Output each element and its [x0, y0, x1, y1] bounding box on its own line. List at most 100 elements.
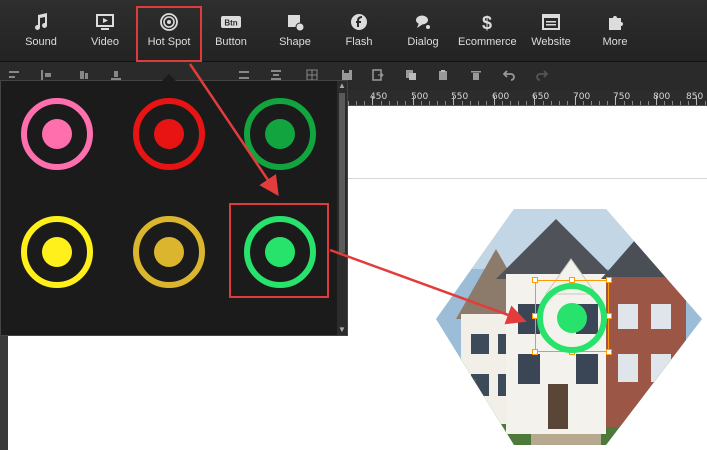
music-note-icon [35, 13, 48, 30]
ruler-tick [396, 101, 398, 105]
ruler-tick [647, 101, 649, 105]
ruler-tick [542, 101, 544, 105]
ruler-tick [664, 101, 665, 105]
button-label: Button [215, 36, 247, 48]
ruler-tick [526, 101, 528, 105]
copy-icon[interactable] [405, 69, 417, 81]
top-toolbar: Sound Video Hot Spot Btn Button Shape Fl… [0, 0, 707, 62]
redo-icon[interactable] [536, 69, 548, 81]
popup-notch [162, 74, 176, 81]
ruler-tick [469, 101, 471, 105]
shape-label: Shape [279, 36, 311, 48]
shape-icon [288, 15, 305, 32]
ruler-tick [704, 101, 706, 105]
ruler-tick [380, 101, 382, 105]
ecommerce-label: Ecommerce [458, 36, 517, 48]
placed-hotspot[interactable] [537, 283, 607, 353]
shape-tool[interactable]: Shape [272, 0, 318, 61]
hotspot-style-pink[interactable] [21, 98, 93, 170]
hotspot-style-gold[interactable] [133, 216, 205, 288]
flash-icon [351, 14, 367, 30]
video-icon [96, 14, 114, 30]
ruler-tick [445, 101, 447, 105]
resize-handle[interactable] [532, 277, 538, 283]
popup-scrollbar[interactable]: ▲ ▼ [337, 81, 347, 335]
ruler-tick [623, 101, 625, 105]
ruler-tick [550, 101, 552, 105]
flash-tool[interactable]: Flash [336, 0, 382, 61]
ruler-tick [599, 101, 601, 105]
hot-spot-highlight-box [136, 6, 202, 62]
ruler-tick [591, 101, 593, 105]
hotspot-dot [42, 237, 72, 267]
hotspot-dot [42, 119, 72, 149]
ruler-tick [534, 96, 536, 105]
resize-handle[interactable] [532, 349, 538, 355]
hotspot-style-dark-green[interactable] [244, 98, 316, 170]
ruler-tick [672, 101, 674, 105]
ruler-tick [453, 96, 455, 105]
ruler-tick [364, 101, 366, 105]
ruler-tick [655, 96, 657, 105]
ruler-tick [429, 101, 431, 105]
dollar-icon: $ [482, 13, 492, 32]
export-icon[interactable] [372, 69, 384, 81]
ruler-tick [615, 96, 617, 105]
scroll-down-icon[interactable]: ▼ [338, 326, 346, 334]
resize-handle[interactable] [606, 349, 612, 355]
hotspot-dot [154, 119, 184, 149]
paste-icon[interactable] [437, 69, 449, 81]
ruler-tick [558, 101, 560, 105]
hotspot-dot [265, 119, 295, 149]
ruler-tick [574, 96, 576, 105]
scroll-up-icon[interactable]: ▲ [338, 82, 346, 90]
video-tool[interactable]: Video [82, 0, 128, 61]
ruler-tick [680, 101, 682, 105]
sound-label: Sound [25, 36, 57, 48]
horizontal-ruler: 450 500 550 600 650 700 750 800 850 [340, 90, 707, 106]
more-label: More [602, 36, 628, 48]
selected-style-highlight-box [229, 203, 329, 298]
dialog-label: Dialog [407, 36, 439, 48]
ruler-tick [631, 101, 633, 105]
ruler-tick [437, 101, 439, 105]
scrollbar-thumb[interactable] [339, 93, 345, 253]
ruler-tick [348, 101, 350, 105]
ruler-tick [412, 96, 414, 105]
hotspot-style-red[interactable] [133, 98, 205, 170]
ruler-tick [518, 101, 520, 105]
ruler-tick [510, 101, 512, 105]
undo-icon[interactable] [503, 69, 515, 81]
ruler-tick [461, 101, 463, 105]
ruler-tick [477, 101, 479, 105]
flash-label: Flash [345, 36, 373, 48]
ruler-tick [696, 96, 698, 105]
button-icon: Btn [221, 16, 241, 28]
website-tool[interactable]: Website [528, 0, 574, 61]
ruler-tick [372, 96, 374, 105]
ruler-tick [356, 101, 358, 105]
dialog-tool[interactable]: Dialog [400, 0, 446, 61]
ruler-tick [388, 101, 390, 105]
ruler-tick [583, 101, 584, 105]
hotspot-style-yellow[interactable] [21, 216, 93, 288]
ruler-tick [502, 101, 503, 105]
ruler-tick [404, 101, 406, 105]
dialog-icon [416, 15, 430, 29]
website-icon [542, 14, 560, 30]
placed-hotspot-dot [557, 303, 587, 333]
sound-tool[interactable]: Sound [18, 0, 64, 61]
hotspot-dot [154, 237, 184, 267]
ruler-tick [639, 101, 641, 105]
more-tool[interactable]: More [592, 0, 638, 61]
delete-icon[interactable] [470, 69, 482, 81]
video-label: Video [91, 36, 119, 48]
resize-handle[interactable] [606, 277, 612, 283]
ruler-tick [607, 101, 609, 105]
ruler-tick [566, 101, 568, 105]
ruler-tick [485, 101, 487, 105]
button-tool[interactable]: Btn Button [208, 0, 254, 61]
svg-text:Btn: Btn [224, 19, 237, 28]
puzzle-icon [609, 16, 623, 30]
ecommerce-tool[interactable]: $ Ecommerce [458, 0, 517, 61]
